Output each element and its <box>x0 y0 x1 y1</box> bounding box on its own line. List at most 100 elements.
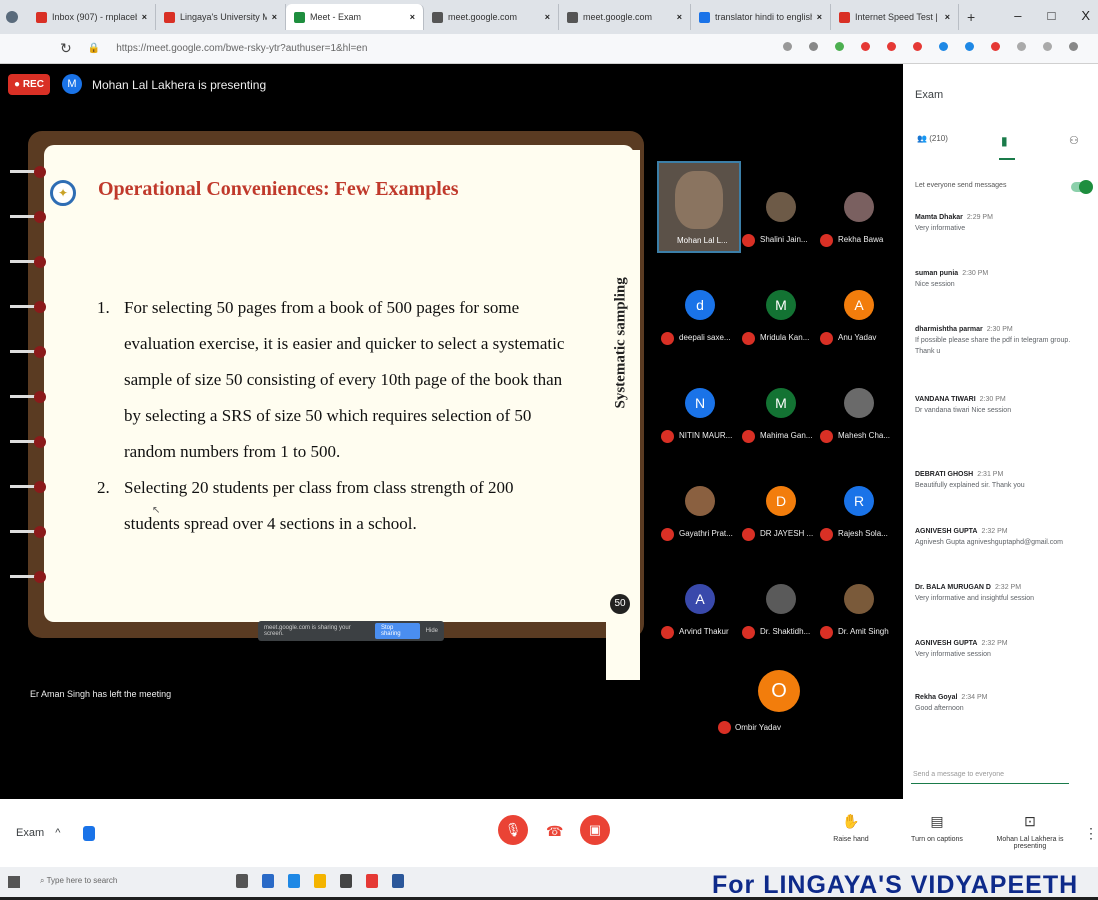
participant-tile[interactable]: Mahesh Cha... <box>820 388 900 468</box>
mic-off-button[interactable]: 🎙 <box>498 815 528 845</box>
meeting-details-button[interactable]: Exam ^ <box>16 827 60 839</box>
extension-icon[interactable] <box>783 42 792 51</box>
tab-close-icon[interactable]: × <box>545 12 550 22</box>
extension-icon[interactable] <box>965 42 974 51</box>
maximize-button[interactable]: □ <box>1047 8 1055 23</box>
browser-icon[interactable] <box>6 11 18 23</box>
message-sender-row: suman punia 2:30 PM <box>915 268 1091 279</box>
extension-icon[interactable] <box>1043 42 1052 51</box>
extension-icon[interactable] <box>939 42 948 51</box>
message-time: 2:30 PM <box>986 326 1013 333</box>
participant-tile[interactable]: A Arvind Thakur <box>661 584 741 664</box>
shield-icon[interactable] <box>83 826 95 841</box>
extension-icon[interactable] <box>809 42 818 51</box>
tab-favicon-icon <box>699 11 710 23</box>
participant-name: Rajesh Sola... <box>838 529 888 538</box>
close-window-button[interactable]: X <box>1081 8 1090 23</box>
participant-tile[interactable]: Dr. Amit Singh <box>820 584 900 664</box>
point-line: sample of size 50 consisting of every 10… <box>124 370 563 389</box>
taskbar-search[interactable]: ⌕ Type here to search <box>40 876 117 886</box>
message-sender: Mamta Dhakar <box>915 214 963 221</box>
word-icon[interactable] <box>392 874 404 888</box>
participant-tile[interactable]: M Mahima Gan... <box>742 388 822 468</box>
mic-off-icon <box>820 626 833 639</box>
hide-button[interactable]: Hide <box>426 628 438 634</box>
participant-tile[interactable]: M Mridula Kan... <box>742 290 822 370</box>
windows-start-icon[interactable] <box>8 876 20 888</box>
mic-off-icon <box>820 234 833 247</box>
hang-up-icon[interactable]: ☎ <box>546 823 563 840</box>
browser-tab[interactable]: Internet Speed Test | Fast.com × <box>831 4 959 30</box>
extension-icon[interactable] <box>887 42 896 51</box>
edge-icon[interactable] <box>288 874 300 888</box>
task-view-icon[interactable] <box>236 874 248 888</box>
browser-tab[interactable]: meet.google.com × <box>559 4 691 30</box>
new-tab-button[interactable]: + <box>967 9 975 25</box>
more-options-icon[interactable]: ⋮ <box>1084 825 1098 842</box>
message-body: Beautifully explained sir. Thank you <box>915 482 1025 489</box>
tab-chat[interactable]: ▮ <box>1001 134 1008 148</box>
participant-tile[interactable]: Shalini Jain... <box>742 192 822 272</box>
tab-close-icon[interactable]: × <box>410 12 415 22</box>
participant-tile[interactable]: Dr. Shaktidh... <box>742 584 822 664</box>
mic-off-icon <box>742 528 755 541</box>
presenting-button[interactable]: ⊡ Mohan Lal Lakhera is presenting <box>993 813 1067 850</box>
browser-tab[interactable]: Meet - Exam × <box>286 4 424 30</box>
extension-icon[interactable] <box>991 42 1000 51</box>
extension-icon[interactable] <box>835 42 844 51</box>
browser-tab[interactable]: translator hindi to english - Bing × <box>691 4 831 30</box>
browser-tab[interactable]: meet.google.com × <box>424 4 559 30</box>
screen-share-bar: meet.google.com is sharing your screen. … <box>258 621 444 641</box>
captions-button[interactable]: ▤ Turn on captions <box>904 813 970 843</box>
chat-input[interactable]: Send a message to everyone <box>911 766 1069 784</box>
tab-label: meet.google.com <box>448 12 518 22</box>
tab-people[interactable]: 👥 (210) <box>917 134 948 143</box>
tab-close-icon[interactable]: × <box>817 12 822 22</box>
participant-name: Mohan Lal L... <box>677 236 728 245</box>
chat-message: Mamta Dhakar 2:29 PM Very informative <box>915 212 1091 234</box>
tab-close-icon[interactable]: × <box>142 12 147 22</box>
stop-sharing-button[interactable]: Stop sharing <box>374 623 420 639</box>
tab-close-icon[interactable]: × <box>945 12 950 22</box>
participant-tile[interactable]: Gayathri Prat... <box>661 486 741 566</box>
message-body: Nice session <box>915 281 955 288</box>
store-icon[interactable] <box>262 874 274 888</box>
message-time: 2:32 PM <box>981 640 1008 647</box>
participant-tile[interactable]: R Rajesh Sola... <box>820 486 900 566</box>
folder-icon[interactable] <box>314 874 326 888</box>
raise-hand-button[interactable]: ✋ Raise hand <box>828 813 874 843</box>
message-time: 2:30 PM <box>962 270 989 277</box>
participant-avatar: O <box>758 670 800 712</box>
tab-label: Meet - Exam <box>310 12 362 22</box>
tab-close-icon[interactable]: × <box>677 12 682 22</box>
profile-icon[interactable] <box>1069 42 1078 51</box>
extension-icon[interactable] <box>861 42 870 51</box>
participant-name: Mridula Kan... <box>760 333 810 342</box>
self-camera-tile[interactable]: Mohan Lal L... <box>657 161 741 253</box>
message-body: Very informative session <box>915 651 991 658</box>
participant-tile[interactable]: d deepali saxe... <box>661 290 741 370</box>
tab-activities[interactable]: ⚇ <box>1069 134 1079 147</box>
camera-off-button[interactable]: ▣ <box>580 815 610 845</box>
browser-tab[interactable]: Inbox (907) - rnplacebsuration@li... × <box>28 4 156 30</box>
browser-tab[interactable]: Lingaya's University Mail × <box>156 4 286 30</box>
reload-icon[interactable]: ↻ <box>60 40 72 57</box>
participant-tile[interactable]: N NITIN MAUR... <box>661 388 741 468</box>
mic-off-icon <box>820 332 833 345</box>
participant-avatar <box>766 584 796 614</box>
message-sender-row: dharmishtha parmar 2:30 PM <box>915 324 1091 335</box>
extension-icon[interactable] <box>913 42 922 51</box>
participant-tile[interactable]: A Anu Yadav <box>820 290 900 370</box>
participant-tile[interactable]: Rekha Bawa <box>820 192 900 272</box>
tab-close-icon[interactable]: × <box>272 12 277 22</box>
extension-icon[interactable] <box>1017 42 1026 51</box>
mic-off-icon <box>742 626 755 639</box>
minimize-button[interactable]: – <box>1014 8 1021 23</box>
presenting-label: Mohan Lal Lakhera is presenting <box>92 78 267 92</box>
url-field[interactable]: https://meet.google.com/bwe-rsky-ytr?aut… <box>116 43 367 54</box>
participant-tile[interactable]: D DR JAYESH ... <box>742 486 822 566</box>
bag-icon[interactable] <box>340 874 352 888</box>
opera-icon[interactable] <box>366 874 378 888</box>
university-logo-icon: ✦ <box>50 180 76 206</box>
send-messages-toggle[interactable] <box>1071 180 1093 194</box>
